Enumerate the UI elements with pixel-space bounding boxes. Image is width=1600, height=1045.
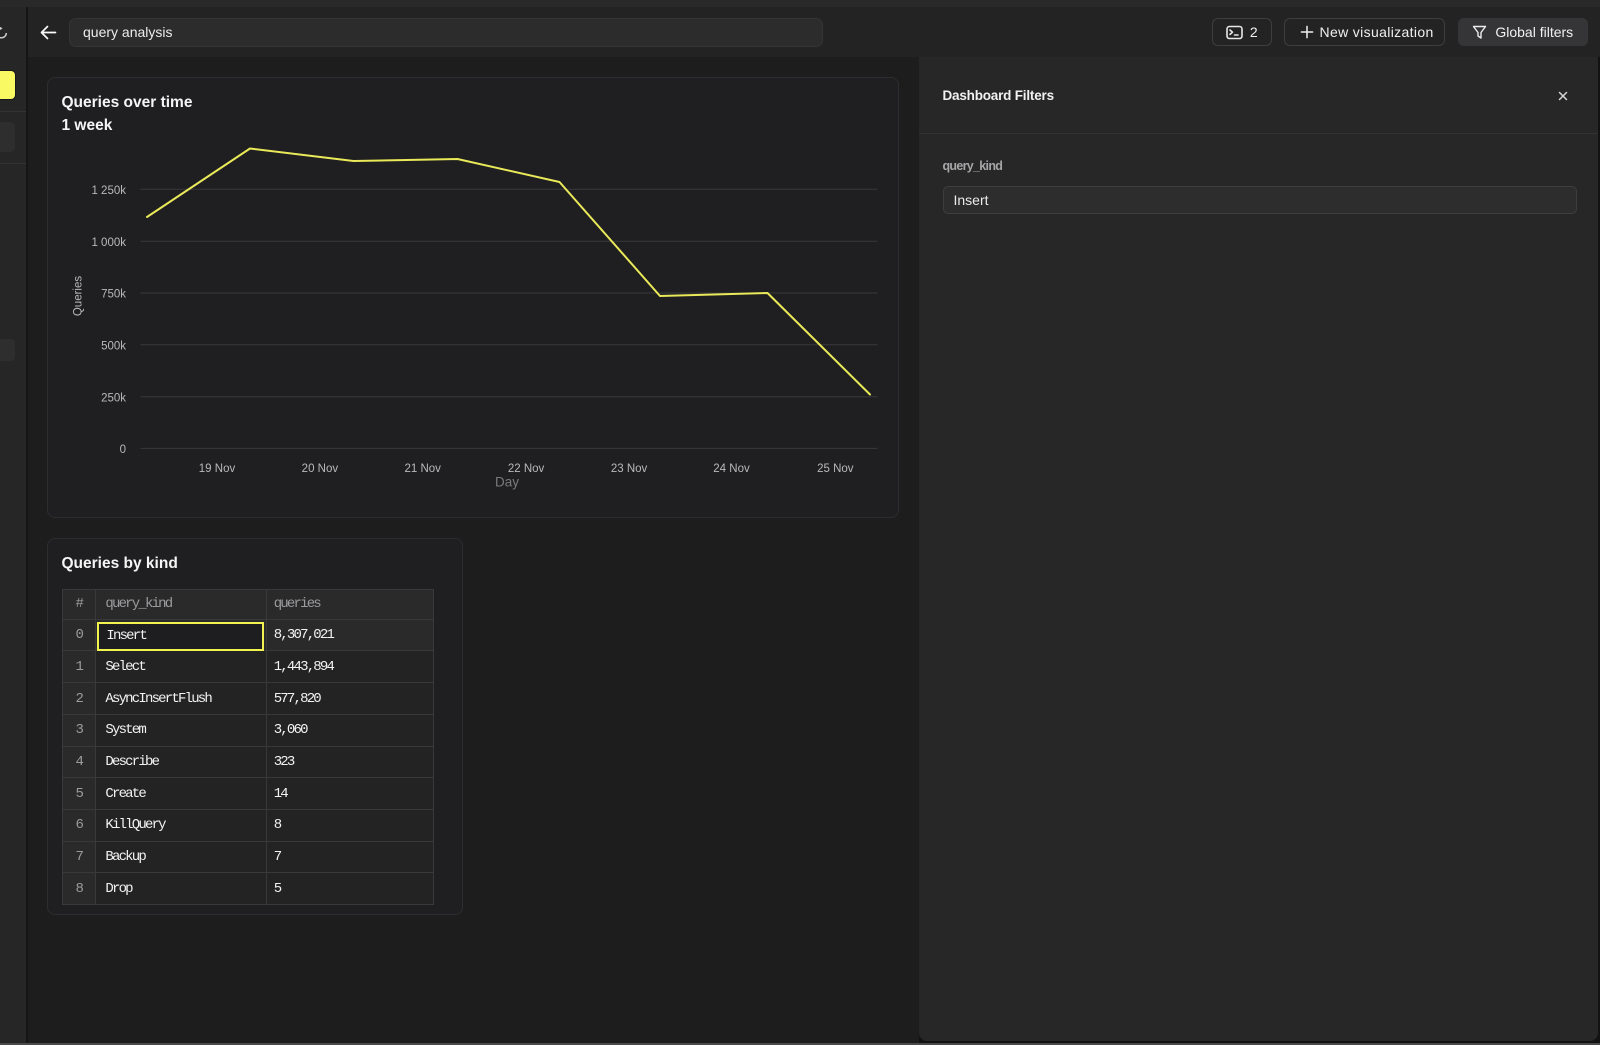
svg-text:20 Nov: 20 Nov xyxy=(301,463,338,475)
svg-text:19 Nov: 19 Nov xyxy=(198,463,235,475)
svg-text:25 Nov: 25 Nov xyxy=(817,463,854,475)
svg-text:Day: Day xyxy=(494,475,518,490)
svg-text:Queries: Queries xyxy=(72,276,84,317)
svg-text:21 Nov: 21 Nov xyxy=(404,463,441,475)
svg-text:500k: 500k xyxy=(101,341,126,353)
svg-text:22 Nov: 22 Nov xyxy=(507,463,544,475)
svg-text:24 Nov: 24 Nov xyxy=(713,463,750,475)
svg-text:0: 0 xyxy=(119,444,125,456)
svg-text:750k: 750k xyxy=(101,289,126,301)
svg-text:1 250k: 1 250k xyxy=(91,185,126,197)
svg-text:23 Nov: 23 Nov xyxy=(610,463,647,475)
svg-text:250k: 250k xyxy=(101,392,126,404)
svg-text:1 000k: 1 000k xyxy=(91,237,126,249)
